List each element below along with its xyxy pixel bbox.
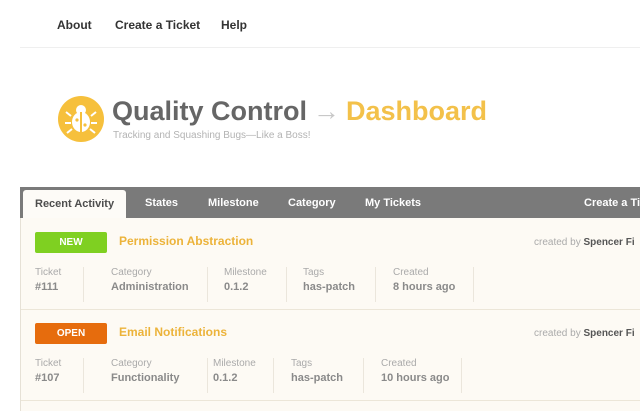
- created-field: Created 8 hours ago: [393, 267, 474, 302]
- nav-help-link[interactable]: Help: [221, 18, 247, 32]
- tab-category[interactable]: Category: [288, 187, 336, 218]
- category-value: Administration: [111, 281, 189, 293]
- tab-create-ticket[interactable]: Create a Ti: [584, 187, 640, 218]
- created-by: created by Spencer Fi: [534, 328, 635, 339]
- app-title: Quality Control: [112, 96, 307, 126]
- created-value: 10 hours ago: [381, 372, 450, 384]
- tab-bar: Recent Activity States Milestone Categor…: [20, 187, 640, 218]
- milestone-value: 0.1.2: [213, 372, 238, 384]
- status-badge: OPEN: [35, 323, 107, 344]
- ticket-id-field: Ticket #111: [35, 267, 84, 302]
- created-value: 8 hours ago: [393, 281, 456, 293]
- breadcrumb-arrow: →: [313, 96, 340, 126]
- ticket-row: NEW Permission Abstraction created by Sp…: [21, 218, 640, 310]
- milestone-value: 0.1.2: [224, 281, 249, 293]
- category-field: Category Functionality: [111, 358, 208, 393]
- milestone-field: Milestone 0.1.2: [213, 358, 274, 393]
- author-link[interactable]: Spencer Fi: [583, 237, 634, 248]
- tab-states[interactable]: States: [145, 187, 178, 218]
- milestone-field: Milestone 0.1.2: [224, 267, 287, 302]
- created-by-label: created by: [534, 237, 581, 248]
- tagline: Tracking and Squashing Bugs—Like a Boss!: [113, 130, 311, 141]
- created-by: created by Spencer Fi: [534, 237, 635, 248]
- created-field: Created 10 hours ago: [381, 358, 462, 393]
- tab-recent-activity[interactable]: Recent Activity: [23, 190, 127, 218]
- ticket-id-label: Ticket: [35, 358, 62, 369]
- section-title: Dashboard: [346, 96, 488, 126]
- tags-field: Tags has-patch: [303, 267, 376, 302]
- tags-label: Tags: [303, 267, 325, 278]
- tags-field: Tags has-patch: [291, 358, 364, 393]
- created-by-label: created by: [534, 328, 581, 339]
- created-label: Created: [381, 358, 417, 369]
- category-label: Category: [111, 358, 152, 369]
- tags-value: has-patch: [303, 281, 355, 293]
- nav-divider: [20, 47, 640, 48]
- ticket-id-label: Ticket: [35, 267, 62, 278]
- bug-icon: [58, 96, 104, 142]
- ticket-title-link[interactable]: Permission Abstraction: [119, 234, 253, 248]
- tab-milestone[interactable]: Milestone: [208, 187, 259, 218]
- category-field: Category Administration: [111, 267, 208, 302]
- ticket-id-value: #107: [35, 372, 60, 384]
- milestone-label: Milestone: [224, 267, 267, 278]
- ticket-title-link[interactable]: Email Notifications: [119, 325, 227, 339]
- activity-list: NEW Permission Abstraction created by Sp…: [20, 218, 640, 411]
- ticket-id-value: #111: [35, 281, 59, 293]
- tags-label: Tags: [291, 358, 313, 369]
- category-label: Category: [111, 267, 152, 278]
- category-value: Functionality: [111, 372, 180, 384]
- tags-value: has-patch: [291, 372, 343, 384]
- tab-my-tickets[interactable]: My Tickets: [365, 187, 421, 218]
- nav-create-ticket-link[interactable]: Create a Ticket: [115, 18, 200, 32]
- page-title: Quality Control → Dashboard: [112, 96, 487, 127]
- milestone-label: Milestone: [213, 358, 256, 369]
- author-link[interactable]: Spencer Fi: [583, 328, 634, 339]
- nav-about-link[interactable]: About: [57, 18, 92, 32]
- ticket-row: OPEN Email Notifications created by Spen…: [21, 309, 640, 401]
- status-badge: NEW: [35, 232, 107, 253]
- top-nav: About Create a Ticket Help: [0, 0, 640, 48]
- ticket-id-field: Ticket #107: [35, 358, 84, 393]
- created-label: Created: [393, 267, 429, 278]
